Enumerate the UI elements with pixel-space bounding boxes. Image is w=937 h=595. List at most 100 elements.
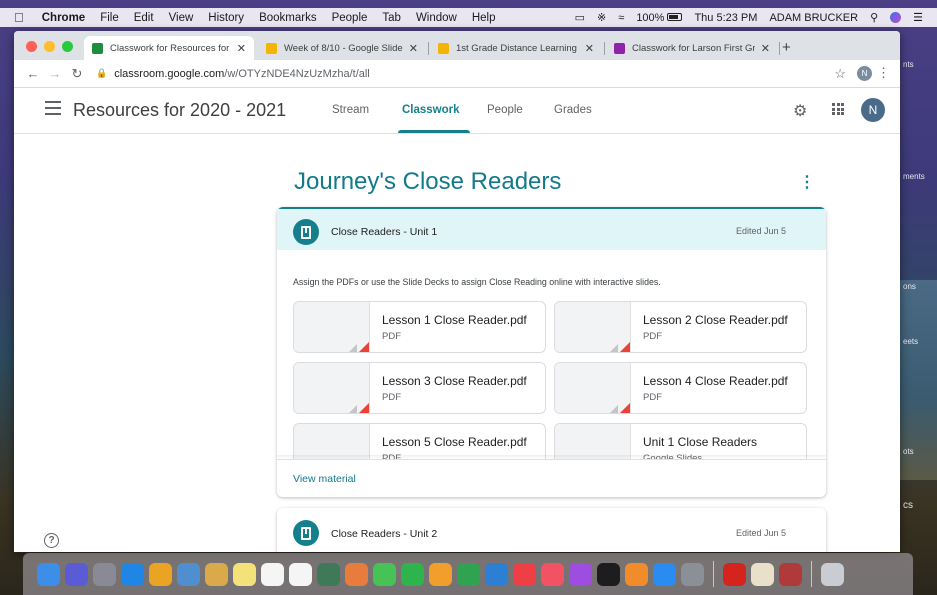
dock-stickies-icon[interactable] [233, 562, 256, 586]
forward-arrow-icon[interactable]: → [46, 66, 64, 81]
tab-stream[interactable]: Stream [332, 104, 369, 116]
topic-more-options-icon[interactable]: ⋮ [799, 172, 815, 192]
material-card-collapsed[interactable]: Close Readers - Unit 2 Edited Jun 5 [277, 508, 826, 552]
dock-pages-icon[interactable] [429, 562, 452, 586]
dock-trash-icon[interactable] [821, 562, 844, 586]
dock-messages-icon[interactable] [373, 562, 396, 586]
dock-chrome-icon[interactable] [149, 562, 172, 586]
google-apps-grid-icon[interactable] [832, 103, 844, 115]
dock-system-preferences-icon[interactable] [681, 562, 704, 586]
dock-photos-icon[interactable] [345, 562, 368, 586]
dock-notes-icon[interactable] [205, 562, 228, 586]
attachment-card[interactable]: Lesson 2 Close Reader.pdf PDF [554, 301, 807, 353]
menu-history[interactable]: History [208, 12, 244, 24]
close-tab-icon[interactable]: ✕ [585, 42, 594, 55]
close-window-button[interactable] [26, 41, 37, 52]
tab-people[interactable]: People [487, 104, 523, 116]
dock-tv-icon[interactable] [597, 562, 620, 586]
attachment-name: Lesson 3 Close Reader.pdf [382, 374, 527, 388]
dock-acrobat-icon[interactable] [723, 562, 746, 586]
menu-app-name[interactable]: Chrome [42, 12, 85, 24]
wifi-icon[interactable]: ≈ [618, 12, 624, 24]
apple-menu-icon[interactable]:  [14, 10, 24, 25]
browser-tab-classwork-resources[interactable]: Classwork for Resources for 20 ✕ [84, 36, 254, 60]
address-bar[interactable]: 🔒 classroom.google.com/w/OTYzNDE4NzUzMzh… [96, 68, 370, 80]
desktop-item-label[interactable]: ments [903, 172, 925, 181]
attachment-name: Lesson 2 Close Reader.pdf [643, 313, 788, 327]
tab-grades[interactable]: Grades [554, 104, 592, 116]
dock-photo-booth-icon[interactable] [317, 562, 340, 586]
dock-books-icon[interactable] [625, 562, 648, 586]
lock-icon[interactable]: 🔒 [96, 68, 107, 79]
dock-app-store-icon[interactable] [653, 562, 676, 586]
menu-file[interactable]: File [100, 12, 119, 24]
desktop-item-label[interactable]: nts [903, 60, 914, 69]
menu-edit[interactable]: Edit [134, 12, 154, 24]
menubar-clock[interactable]: Thu 5:23 PM [694, 12, 757, 24]
dock-numbers-icon[interactable] [457, 562, 480, 586]
close-tab-icon[interactable]: ✕ [409, 42, 418, 55]
airplay-icon[interactable]: ▭ [575, 11, 585, 24]
attachment-card[interactable]: Lesson 3 Close Reader.pdf PDF [293, 362, 546, 414]
active-tab-indicator [398, 130, 470, 133]
class-title[interactable]: Resources for 2020 - 2021 [73, 100, 286, 121]
dock-finder-icon[interactable] [37, 562, 60, 586]
bookmark-star-icon[interactable]: ☆ [834, 66, 846, 82]
back-arrow-icon[interactable]: ← [24, 66, 42, 81]
desktop-item-label[interactable]: cs [903, 500, 913, 511]
browser-tab-distance-learning[interactable]: 1st Grade Distance Learning - ✕ [430, 36, 602, 60]
attachment-card[interactable]: Lesson 1 Close Reader.pdf PDF [293, 301, 546, 353]
battery-indicator[interactable]: 100% [636, 12, 683, 24]
dock-safari-icon[interactable] [121, 562, 144, 586]
menu-help[interactable]: Help [472, 12, 496, 24]
material-title: Close Readers - Unit 1 [331, 226, 438, 238]
dock-reminders-icon[interactable] [289, 562, 312, 586]
browser-profile-avatar[interactable]: N [857, 66, 872, 81]
dock-calendar-icon[interactable] [261, 562, 284, 586]
menu-window[interactable]: Window [416, 12, 457, 24]
dock-files-icon[interactable] [751, 562, 774, 586]
menu-people[interactable]: People [332, 12, 368, 24]
notification-center-icon[interactable]: ☰ [913, 11, 923, 24]
menu-view[interactable]: View [169, 12, 194, 24]
dock-news-icon[interactable] [513, 562, 536, 586]
bluetooth-icon[interactable]: ※ [597, 11, 606, 24]
browser-tab-week-slides[interactable]: Week of 8/10 - Google Slides ✕ [258, 36, 426, 60]
dock-facetime-icon[interactable] [401, 562, 424, 586]
desktop-item-label[interactable]: ots [903, 447, 914, 456]
material-header[interactable]: Close Readers - Unit 1 Edited Jun 5 [277, 207, 826, 250]
reload-icon[interactable]: ↻ [68, 66, 86, 82]
dock-preview-icon[interactable] [177, 562, 200, 586]
dock-keynote-icon[interactable] [485, 562, 508, 586]
spotlight-search-icon[interactable]: ⚲ [870, 11, 878, 24]
siri-icon[interactable] [890, 12, 902, 23]
pdf-corner-icon [357, 403, 369, 413]
dock-siri-icon[interactable] [65, 562, 88, 586]
desktop-item-label[interactable]: eets [903, 337, 918, 346]
dock-dictionary-icon[interactable] [779, 562, 802, 586]
dock-podcasts-icon[interactable] [569, 562, 592, 586]
view-material-link[interactable]: View material [293, 473, 356, 485]
new-tab-plus-icon[interactable]: + [782, 39, 791, 56]
menubar-user[interactable]: ADAM BRUCKER [769, 12, 858, 24]
battery-icon [667, 12, 683, 21]
main-menu-icon[interactable] [45, 101, 61, 119]
tab-classwork[interactable]: Classwork [402, 104, 460, 116]
tab-title: 1st Grade Distance Learning - [456, 42, 579, 54]
dock-launchpad-icon[interactable] [93, 562, 116, 586]
attachment-card[interactable]: Lesson 4 Close Reader.pdf PDF [554, 362, 807, 414]
minimize-window-button[interactable] [44, 41, 55, 52]
help-question-icon[interactable]: ? [44, 533, 59, 548]
menu-tab[interactable]: Tab [382, 12, 401, 24]
browser-menu-icon[interactable]: ⋮ [877, 65, 890, 81]
account-avatar[interactable]: N [861, 98, 885, 122]
browser-tab-larson-classwork[interactable]: Classwork for Larson First Grac ✕ [606, 36, 778, 60]
close-tab-icon[interactable]: ✕ [237, 42, 246, 55]
menu-bookmarks[interactable]: Bookmarks [259, 12, 317, 24]
dock-music-icon[interactable] [541, 562, 564, 586]
close-tab-icon[interactable]: ✕ [761, 42, 770, 55]
pdf-thumbnail [294, 302, 370, 352]
maximize-window-button[interactable] [62, 41, 73, 52]
desktop-item-label[interactable]: ons [903, 282, 916, 291]
settings-gear-icon[interactable]: ⚙ [793, 101, 807, 121]
